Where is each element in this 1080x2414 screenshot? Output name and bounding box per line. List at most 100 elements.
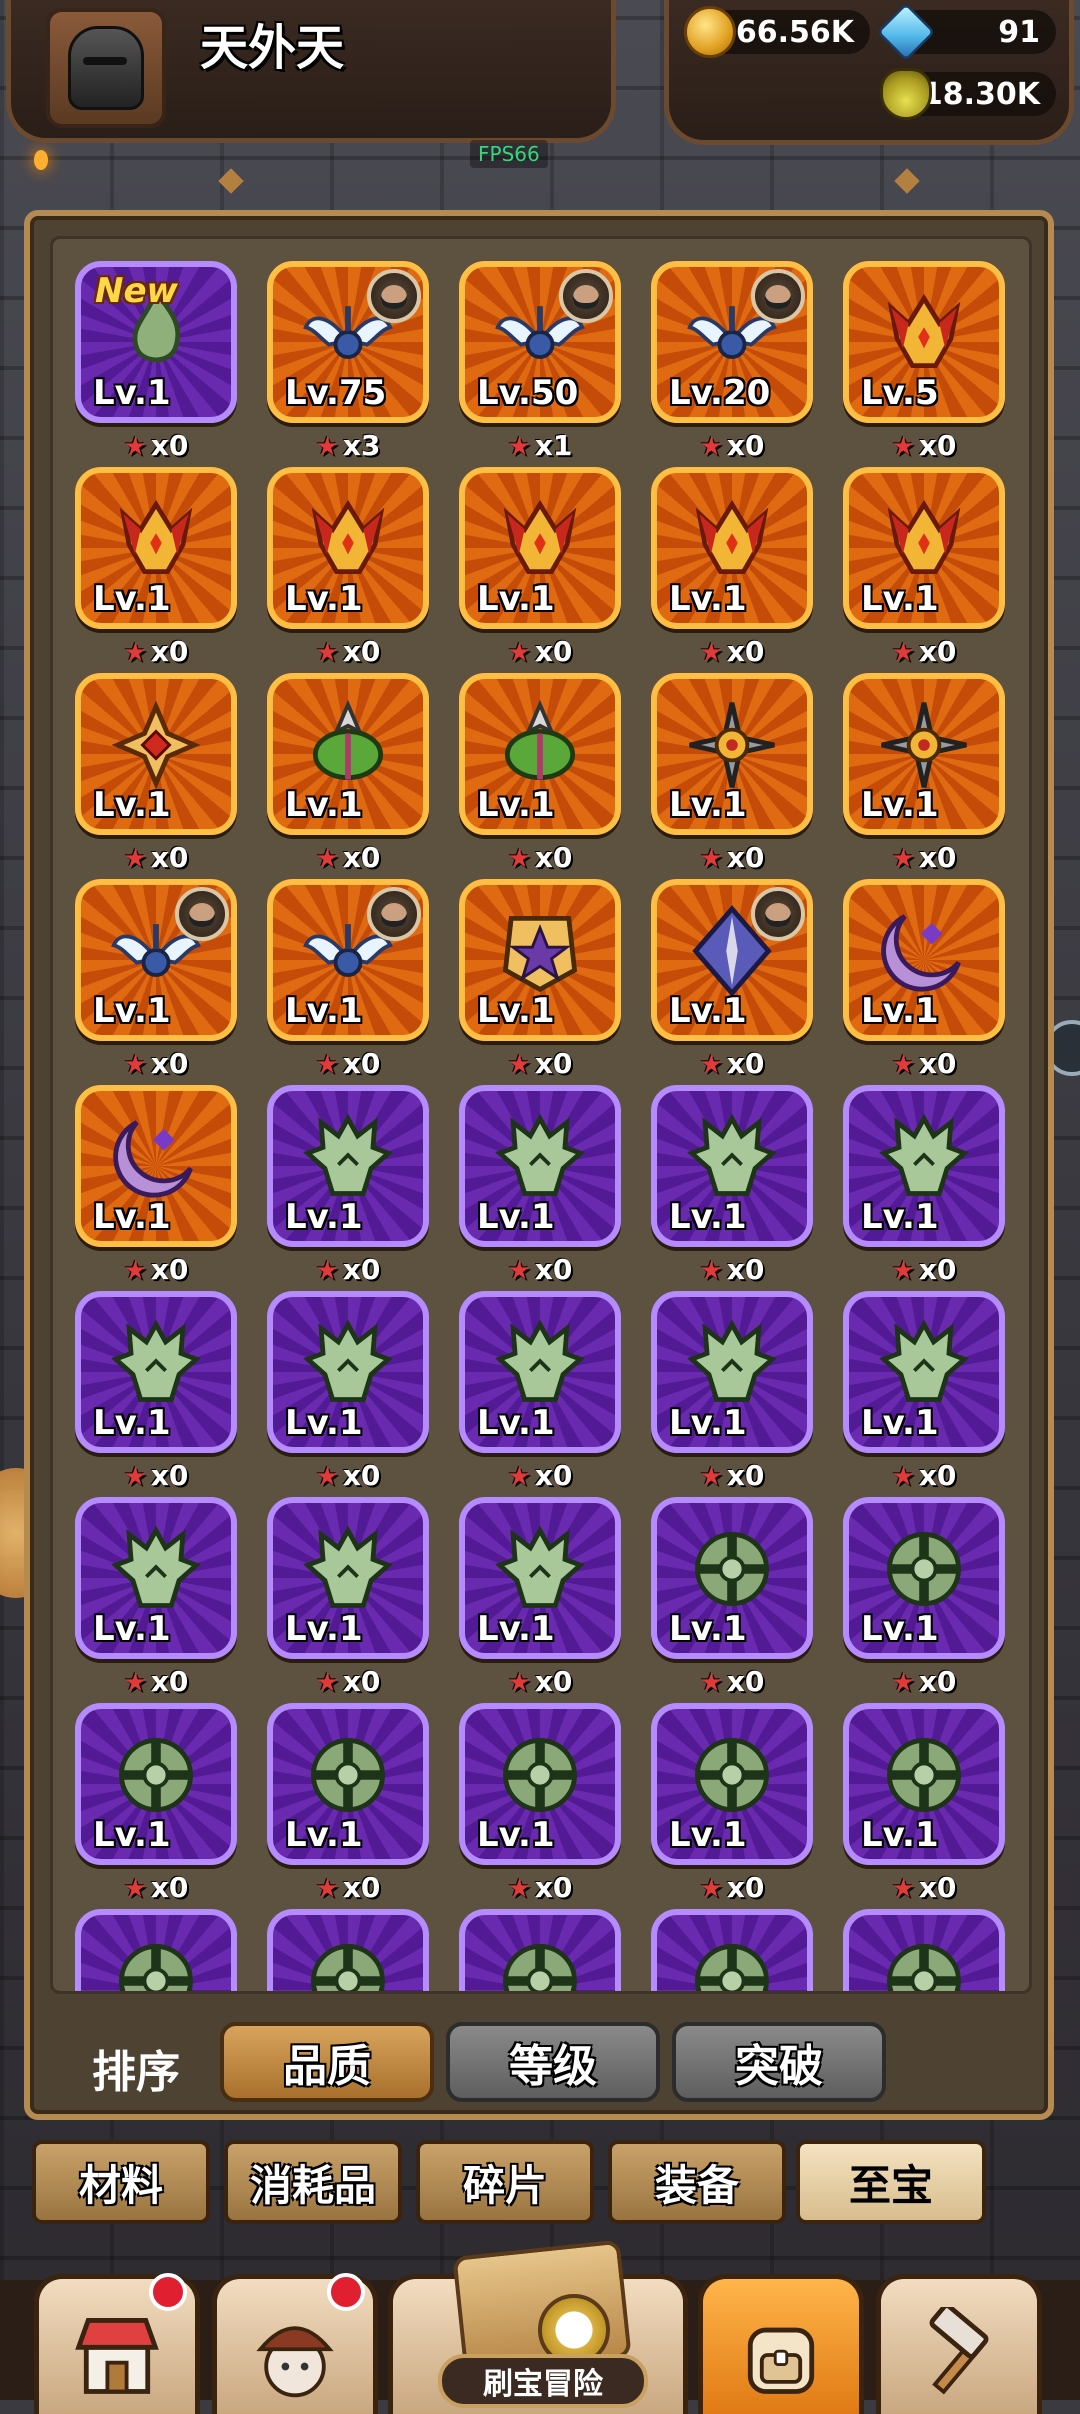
inventory-item[interactable]: Lv.1 ★ x0	[651, 1291, 813, 1492]
item-star-count: ★ x0	[651, 1665, 813, 1698]
inventory-item[interactable]	[843, 1909, 1005, 1991]
inventory-item[interactable]: Lv.1 ★ x0	[267, 673, 429, 874]
inventory-item[interactable]: Lv.1 ★ x0	[651, 1497, 813, 1698]
tab-fragments[interactable]: 碎片	[416, 2140, 594, 2224]
inventory-item[interactable]: Lv.1 ★ x0	[843, 1497, 1005, 1698]
inventory-item[interactable]: Lv.1 ★ x0	[267, 1497, 429, 1698]
item-card: Lv.1	[843, 673, 1005, 835]
inventory-item[interactable]: Lv.1 ★ x0	[651, 467, 813, 668]
sort-breakthrough-button[interactable]: 突破	[672, 2022, 886, 2102]
item-level: Lv.1	[93, 1197, 171, 1237]
inventory-item[interactable]: Lv.1 ★ x0	[75, 879, 237, 1080]
inventory-item[interactable]: Lv.20 ★ x0	[651, 261, 813, 462]
item-level: Lv.50	[477, 373, 579, 413]
sort-level-button[interactable]: 等级	[446, 2022, 660, 2102]
red-star-icon: ★	[507, 638, 531, 668]
inventory-item[interactable]: Lv.1 ★ x0	[75, 1497, 237, 1698]
item-star-count: ★ x0	[843, 1665, 1005, 1698]
nav-hero-button[interactable]	[212, 2273, 378, 2414]
inventory-grid-scroll[interactable]: New Lv.1 ★ x0 Lv.75 ★ x3 Lv.50 ★ x1 Lv.20 ★ x0 Lv.5 ★ x…	[50, 236, 1032, 1994]
item-level: Lv.1	[861, 991, 939, 1031]
red-star-icon: ★	[699, 1050, 723, 1080]
inventory-item[interactable]: Lv.5 ★ x0	[843, 261, 1005, 462]
star-count-value: x0	[534, 1459, 573, 1492]
star-count-value: x0	[918, 1047, 957, 1080]
inventory-item[interactable]	[459, 1909, 621, 1991]
red-star-icon: ★	[507, 1256, 531, 1286]
inventory-item[interactable]: Lv.1 ★ x0	[651, 1703, 813, 1904]
inventory-item[interactable]	[651, 1909, 813, 1991]
inventory-item[interactable]: Lv.1 ★ x0	[843, 1703, 1005, 1904]
item-card: Lv.1	[459, 673, 621, 835]
star-count-value: x0	[342, 1459, 381, 1492]
inventory-item[interactable]: Lv.1 ★ x0	[75, 1291, 237, 1492]
inventory-item[interactable]: Lv.1 ★ x0	[459, 1085, 621, 1286]
inventory-item[interactable]	[75, 1909, 237, 1991]
inventory-item[interactable]: New Lv.1 ★ x0	[75, 261, 237, 462]
equipped-hero-avatar	[175, 887, 229, 941]
inventory-item[interactable]: Lv.1 ★ x0	[651, 879, 813, 1080]
gold-counter[interactable]: 166.56K	[684, 6, 870, 58]
inventory-item[interactable]: Lv.1 ★ x0	[459, 1703, 621, 1904]
item-star-count: ★ x0	[267, 635, 429, 668]
nav-bag-button[interactable]	[698, 2274, 864, 2414]
item-card: Lv.1	[459, 879, 621, 1041]
inventory-item[interactable]: Lv.1 ★ x0	[267, 879, 429, 1080]
item-level: Lv.1	[93, 1403, 171, 1443]
item-level: Lv.20	[669, 373, 771, 413]
inventory-item[interactable]	[267, 1909, 429, 1991]
red-star-icon: ★	[123, 1256, 147, 1286]
nav-shop-button[interactable]	[34, 2273, 200, 2414]
green-cross-shield-icon	[311, 1738, 385, 1812]
inventory-item[interactable]: Lv.1 ★ x0	[843, 879, 1005, 1080]
inventory-item[interactable]: Lv.1 ★ x0	[459, 879, 621, 1080]
inventory-item[interactable]: Lv.1 ★ x0	[651, 673, 813, 874]
inventory-item[interactable]: Lv.1 ★ x0	[267, 1291, 429, 1492]
item-star-count: ★ x0	[843, 1047, 1005, 1080]
nav-adventure-button[interactable]: 刷宝冒险	[388, 2239, 690, 2414]
item-level: Lv.1	[93, 579, 171, 619]
inventory-item[interactable]: Lv.1 ★ x0	[267, 467, 429, 668]
inventory-item[interactable]: Lv.1 ★ x0	[459, 1497, 621, 1698]
item-level: Lv.1	[477, 1197, 555, 1237]
inventory-item[interactable]: Lv.1 ★ x0	[75, 1703, 237, 1904]
inventory-item[interactable]: Lv.1 ★ x0	[459, 467, 621, 668]
item-star-count: ★ x0	[459, 1253, 621, 1286]
shop-stall-icon	[75, 2318, 159, 2394]
nav-forge-button[interactable]	[876, 2274, 1042, 2414]
demon-crest-icon	[887, 293, 961, 369]
tab-treasures[interactable]: 至宝	[796, 2140, 986, 2224]
tab-equipment[interactable]: 装备	[608, 2140, 786, 2224]
inventory-item[interactable]: Lv.75 ★ x3	[267, 261, 429, 462]
inventory-item[interactable]: Lv.1 ★ x0	[459, 673, 621, 874]
inventory-item[interactable]: Lv.1 ★ x0	[843, 1291, 1005, 1492]
inventory-item[interactable]: Lv.1 ★ x0	[843, 467, 1005, 668]
inventory-item[interactable]: Lv.1 ★ x0	[267, 1085, 429, 1286]
sort-quality-button[interactable]: 品质	[220, 2022, 434, 2102]
gem-counter[interactable]: 91	[876, 2, 1056, 62]
inventory-item[interactable]: Lv.1 ★ x0	[651, 1085, 813, 1286]
potion-counter[interactable]: 18.30K	[880, 68, 1056, 120]
inventory-item[interactable]: Lv.50 ★ x1	[459, 261, 621, 462]
item-card: Lv.1	[651, 673, 813, 835]
inventory-item[interactable]: Lv.1 ★ x0	[75, 673, 237, 874]
star-count-value: x0	[150, 429, 189, 462]
potion-bottle-icon	[880, 68, 932, 120]
inventory-item[interactable]: Lv.1 ★ x0	[75, 467, 237, 668]
item-card: Lv.1	[651, 1085, 813, 1247]
item-star-count: ★ x0	[75, 1665, 237, 1698]
inventory-item[interactable]: Lv.1 ★ x0	[843, 1085, 1005, 1286]
tab-materials[interactable]: 材料	[32, 2140, 210, 2224]
notification-dot	[327, 2273, 365, 2311]
red-star-icon: ★	[507, 1874, 531, 1904]
inventory-item[interactable]: Lv.1 ★ x0	[459, 1291, 621, 1492]
player-avatar[interactable]	[46, 8, 166, 128]
inventory-item[interactable]: Lv.1 ★ x0	[267, 1703, 429, 1904]
tab-consumables[interactable]: 消耗品	[224, 2140, 402, 2224]
item-star-count: ★ x0	[843, 841, 1005, 874]
item-card: Lv.1	[843, 467, 1005, 629]
inventory-item[interactable]: Lv.1 ★ x0	[843, 673, 1005, 874]
red-star-icon: ★	[699, 1256, 723, 1286]
item-level: Lv.1	[285, 991, 363, 1031]
inventory-item[interactable]: Lv.1 ★ x0	[75, 1085, 237, 1286]
